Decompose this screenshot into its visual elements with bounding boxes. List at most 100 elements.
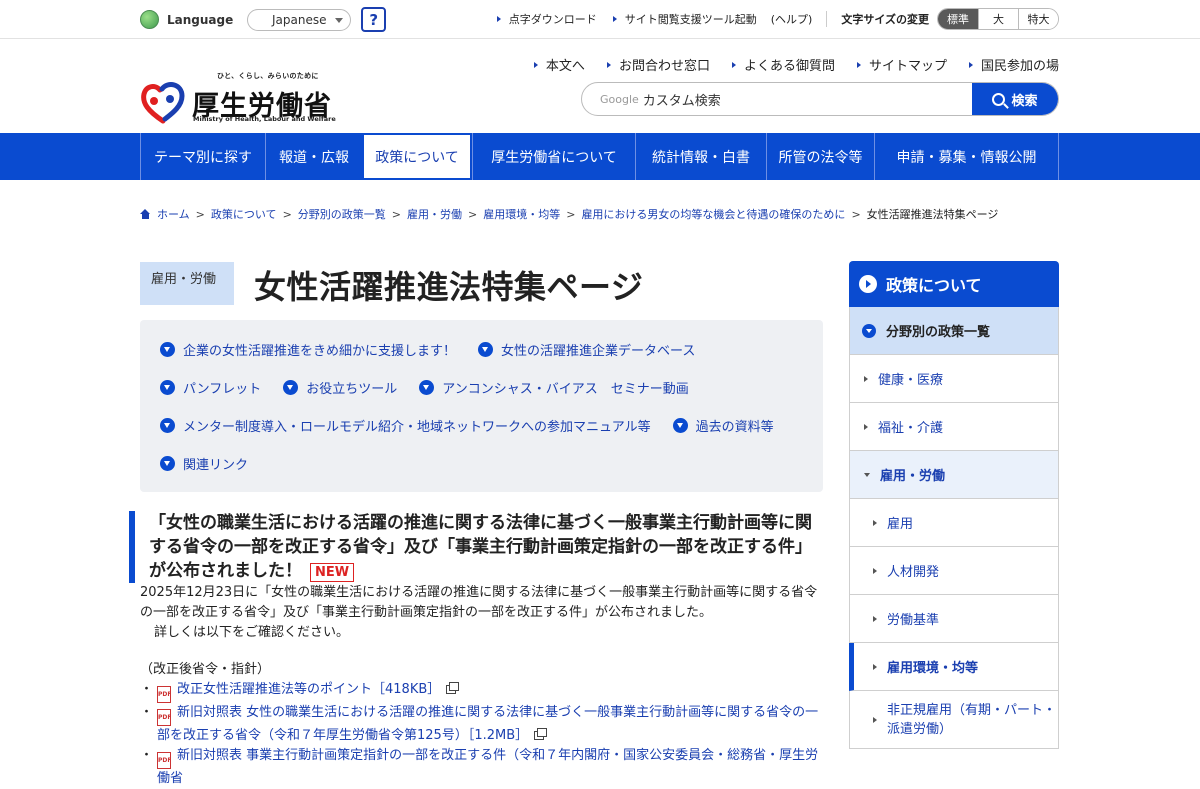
- braille-download-link[interactable]: 点字ダウンロード: [496, 11, 597, 27]
- logo-tagline: ひと、くらし、みらいのために: [217, 72, 319, 80]
- file-link-comparison-guideline[interactable]: 新旧対照表 事業主行動計画策定指針の一部を改正する件（令和７年内閣府・国家公安委…: [157, 748, 818, 786]
- public-participation-link[interactable]: 国民参加の場: [968, 55, 1059, 74]
- site-logo[interactable]: ひと、くらし、みらいのために 厚生労働省 Ministry of Health,…: [140, 71, 340, 127]
- sidebar-item-policy-list[interactable]: 分野別の政策一覧: [849, 307, 1059, 355]
- new-badge: NEW: [310, 563, 355, 582]
- file-link-points[interactable]: 改正女性活躍推進法等のポイント［418KB］: [177, 682, 440, 697]
- anchor-row: 関連リンク: [160, 454, 270, 473]
- anchor-database-link[interactable]: 女性の活躍推進企業データベース: [478, 340, 695, 359]
- public-participation-label: 国民参加の場: [980, 59, 1059, 74]
- gnav-item-about-ministry[interactable]: 厚生労働省について: [472, 133, 635, 180]
- faq-link[interactable]: よくある御質問: [731, 55, 835, 74]
- breadcrumb-policy[interactable]: 政策について: [211, 206, 277, 222]
- gnav-item-policy[interactable]: 政策について: [362, 133, 472, 180]
- sidebar-item-label: 健康・医療: [878, 373, 944, 388]
- search-box: Google カスタム検索 検索: [581, 82, 1059, 116]
- fontsize-standard-button[interactable]: 標準: [938, 9, 978, 29]
- sidebar-item-employment[interactable]: 雇用・労働: [849, 451, 1059, 499]
- sidebar-item-welfare[interactable]: 福祉・介護: [849, 403, 1059, 451]
- circle-down-arrow-icon: [160, 342, 175, 357]
- sidebar-item-human-resources[interactable]: 人材開発: [849, 547, 1059, 595]
- list-item: ・ PDF 改正女性活躍推進法等のポイント［418KB］: [140, 680, 823, 703]
- breadcrumb-equal-employment[interactable]: 雇用環境・均等: [483, 206, 560, 222]
- news-body-paragraph: 2025年12月23日に「女性の職業生活における活躍の推進に関する法律に基づく一…: [140, 585, 818, 620]
- fontsize-large-button[interactable]: 大: [978, 9, 1018, 29]
- anchor-related-links-link[interactable]: 関連リンク: [160, 454, 248, 473]
- breadcrumb-separator: >: [851, 207, 861, 221]
- breadcrumb-employment[interactable]: 雇用・労働: [407, 206, 462, 222]
- browsing-support-label: サイト閲覧支援ツール起動: [624, 13, 757, 26]
- language-value: Japanese: [272, 12, 327, 27]
- anchor-links-box: 企業の女性活躍推進をきめ細かに支援します！ 女性の活躍推進企業データベース パン…: [140, 320, 823, 492]
- anchor-row: メンター制度導入・ロールモデル紹介・地域ネットワークへの参加マニュアル等 過去の…: [160, 416, 796, 435]
- sidebar-item-label: 分野別の政策一覧: [886, 325, 991, 340]
- sitemap-link[interactable]: サイトマップ: [856, 55, 947, 74]
- search-icon: [992, 92, 1006, 106]
- breadcrumb-current: 女性活躍推進法特集ページ: [866, 208, 999, 221]
- external-window-icon: [534, 728, 548, 740]
- list-bullet: ・: [140, 682, 154, 697]
- anchor-bias-seminar-link[interactable]: アンコンシャス・バイアス セミナー動画: [419, 378, 689, 397]
- anchor-pamphlet-link[interactable]: パンフレット: [160, 378, 261, 397]
- sidebar-item-nonregular[interactable]: 非正規雇用（有期・パート・派遣労働）: [849, 691, 1059, 749]
- file-link-comparison-ordinance[interactable]: 新旧対照表 女性の職業生活における活躍の推進に関する法律に基づく一般事業主行動計…: [157, 705, 818, 743]
- sidebar-item-equal-employment[interactable]: 雇用環境・均等: [849, 643, 1059, 691]
- triangle-right-icon: [856, 61, 861, 68]
- anchor-support-link[interactable]: 企業の女性活躍推進をきめ細かに支援します！: [160, 340, 456, 359]
- triangle-right-icon: [873, 716, 877, 723]
- sidebar-item-health[interactable]: 健康・医療: [849, 355, 1059, 403]
- fontsize-switcher: 標準 大 特大: [937, 8, 1059, 30]
- language-select[interactable]: Japanese: [247, 8, 352, 31]
- pdf-icon: PDF: [157, 686, 172, 703]
- anchor-tools-label: お役立ちツール: [306, 382, 398, 397]
- circle-down-arrow-icon: [478, 342, 494, 357]
- file-list-label: （改正後省令・指針）: [140, 662, 271, 677]
- search-button-label: 検索: [1011, 93, 1038, 109]
- gnav-item-themes[interactable]: テーマ別に探す: [140, 133, 265, 180]
- triangle-right-icon: [968, 61, 973, 68]
- help-link[interactable]: (ヘルプ): [771, 11, 813, 27]
- search-input[interactable]: Google カスタム検索: [582, 83, 972, 115]
- triangle-right-icon: [873, 567, 877, 574]
- triangle-right-icon: [864, 375, 868, 382]
- contact-link[interactable]: お問合わせ窓口: [606, 55, 710, 74]
- fontsize-label: 文字サイズの変更: [826, 11, 929, 27]
- anchor-past-materials-link[interactable]: 過去の資料等: [672, 416, 774, 435]
- sidebar-item-label: 雇用環境・均等: [887, 661, 979, 676]
- circle-down-arrow-icon: [672, 418, 688, 433]
- circle-down-arrow-icon: [160, 418, 175, 433]
- language-label: Language: [167, 12, 234, 27]
- sidebar-item-koyo[interactable]: 雇用: [849, 499, 1059, 547]
- list-bullet: ・: [140, 705, 154, 720]
- sidebar-heading-label: 政策について: [886, 276, 982, 295]
- triangle-right-icon: [873, 615, 877, 622]
- page-title: 女性活躍推進法特集ページ: [254, 268, 644, 306]
- help-button[interactable]: ?: [361, 7, 387, 32]
- triangle-right-icon: [496, 16, 501, 22]
- skip-to-content-link[interactable]: 本文へ: [533, 55, 585, 74]
- anchor-mentor-manual-link[interactable]: メンター制度導入・ロールモデル紹介・地域ネットワークへの参加マニュアル等: [160, 416, 651, 435]
- breadcrumb-policy-list[interactable]: 分野別の政策一覧: [298, 206, 386, 222]
- sidebar-item-label: 福祉・介護: [878, 421, 944, 436]
- header-links: 本文へ お問合わせ窓口 よくある御質問 サイトマップ 国民参加の場: [512, 55, 1059, 74]
- gnav-item-press[interactable]: 報道・広報: [265, 133, 362, 180]
- sidebar-item-label: 雇用・労働: [880, 469, 946, 484]
- breadcrumb-home[interactable]: ホーム: [157, 206, 190, 222]
- sidebar-heading[interactable]: 政策について: [849, 261, 1059, 307]
- gnav-item-laws[interactable]: 所管の法令等: [766, 133, 874, 180]
- browsing-support-link[interactable]: サイト閲覧支援ツール起動: [612, 11, 757, 27]
- anchor-pamphlet-label: パンフレット: [183, 382, 262, 397]
- gnav-item-statistics[interactable]: 統計情報・白書: [635, 133, 766, 180]
- chevron-down-icon: [335, 17, 344, 23]
- fontsize-xlarge-button[interactable]: 特大: [1018, 9, 1058, 29]
- list-bullet: ・: [140, 748, 154, 763]
- sidebar-item-labor-standards[interactable]: 労働基準: [849, 595, 1059, 643]
- breadcrumb-gender-equality[interactable]: 雇用における男女の均等な機会と待遇の確保のために: [581, 206, 845, 222]
- search-button[interactable]: 検索: [972, 83, 1058, 115]
- logo-mark-icon: [141, 82, 185, 124]
- gnav-item-applications[interactable]: 申請・募集・情報公開: [874, 133, 1059, 180]
- sidebar-item-label: 非正規雇用（有期・パート・派遣労働）: [887, 702, 1057, 737]
- sidebar: 政策について 分野別の政策一覧 健康・医療 福祉・介護 雇用・労働 雇用 人材開…: [849, 261, 1059, 749]
- anchor-tools-link[interactable]: お役立ちツール: [283, 378, 397, 397]
- triangle-right-icon: [864, 423, 868, 430]
